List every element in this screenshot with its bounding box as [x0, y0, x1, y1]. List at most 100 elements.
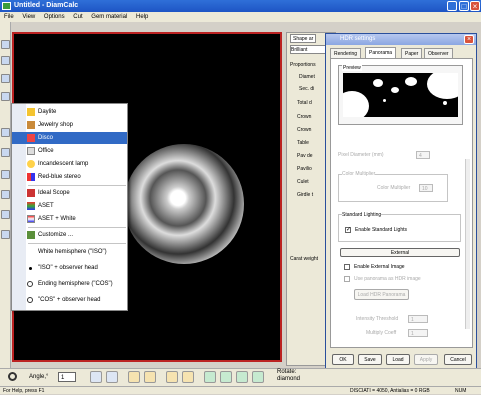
scope-tool-icon[interactable]	[1, 170, 10, 179]
prop-row: Pav de	[297, 153, 313, 159]
prop-row: Table	[297, 140, 309, 146]
close-window-button[interactable]: ×	[470, 1, 480, 11]
aset-icon	[27, 202, 35, 210]
menu-item-label: Office	[38, 148, 54, 154]
aset-white-icon	[27, 215, 35, 223]
menu-item-white-hemisphere[interactable]: White hemisphere ("ISO")	[12, 246, 127, 258]
bullet-icon	[29, 267, 32, 270]
tilt-up-icon[interactable]	[128, 371, 140, 383]
cancel-button[interactable]: Cancel	[444, 354, 472, 365]
menu-item-label: ASET	[38, 203, 54, 209]
minimize-button[interactable]: _	[447, 1, 457, 11]
preview-group: Preview	[338, 65, 463, 125]
diamond-render	[124, 144, 244, 264]
menu-item-label: Ending hemisphere ("COS")	[38, 281, 113, 287]
menu-file[interactable]: File	[4, 14, 14, 20]
window-title: Untitled - DiamCalc	[0, 0, 481, 12]
prop-row: Sec. di	[299, 86, 315, 92]
rotate-left-icon[interactable]	[90, 371, 102, 383]
ok-button[interactable]: OK	[332, 354, 354, 365]
maximize-button[interactable]: □	[459, 1, 469, 11]
tab-panorama[interactable]: Panorama	[365, 47, 397, 58]
label-text: Pixel Diameter (mm)	[338, 152, 384, 158]
rotate-label-text: Rotate:	[277, 369, 297, 375]
save-button[interactable]: Save	[358, 354, 382, 365]
menu-item-label: Jewelry shop	[38, 122, 74, 128]
enable-standard-lights-checkbox[interactable]: ✓	[345, 227, 351, 233]
menu-help[interactable]: Help	[136, 14, 148, 20]
menu-gem-material[interactable]: Gem material	[91, 14, 127, 20]
office-icon	[27, 147, 35, 155]
prop-row: Crown	[297, 127, 312, 133]
rotate-tool-icon[interactable]	[1, 74, 10, 83]
group-label: Standard Lighting	[342, 212, 382, 218]
side-view-icon[interactable]	[220, 371, 232, 383]
perspective-view-icon[interactable]	[252, 371, 264, 383]
render-tool-icon[interactable]	[1, 190, 10, 199]
settings-tool-icon[interactable]	[1, 230, 10, 239]
tab-observer[interactable]: Observer	[424, 48, 453, 58]
app-icon	[2, 2, 11, 10]
enable-external-image-checkbox[interactable]	[344, 264, 350, 270]
color-multiplier-input[interactable]: 10	[419, 184, 433, 192]
menu-item-label: Incandescent lamp	[38, 161, 89, 167]
group-label: Color Multiplier	[342, 171, 376, 177]
prop-row: Total d	[297, 100, 312, 106]
intensity-threshold-input[interactable]: 1	[408, 315, 428, 323]
tab-shape[interactable]: Shape ar	[290, 34, 317, 43]
use-panorama-checkbox[interactable]	[344, 276, 350, 282]
menu-view[interactable]: View	[22, 14, 35, 20]
load-hdr-panorama-button[interactable]: Load HDR Panorama	[354, 289, 409, 300]
menu-item-label: Red-blue stereo	[38, 174, 81, 180]
light-tool-icon[interactable]	[1, 92, 10, 101]
flip-icon[interactable]	[166, 371, 178, 383]
move-tool-icon[interactable]	[1, 148, 10, 157]
menu-item-label: "ISO" + observer head	[38, 265, 98, 271]
ideal-scope-icon	[27, 189, 35, 197]
dialog-title: HDR settings	[326, 34, 476, 45]
pointer-tool-icon[interactable]	[1, 40, 10, 49]
status-bar: For Help, press F1 DISCIATI = 4050, Anti…	[0, 386, 481, 394]
zoom-tool-icon[interactable]	[1, 56, 10, 65]
pixel-diameter-label: Pixel Diameter (mm)	[338, 152, 408, 158]
color-multiplier-group: Color Multiplier Color Multiplier 10	[338, 171, 448, 202]
top-view-icon[interactable]	[204, 371, 216, 383]
rotate-right-icon[interactable]	[106, 371, 118, 383]
preview-label: Preview	[342, 65, 362, 71]
stereo-icon	[27, 173, 35, 181]
customize-icon	[27, 231, 35, 239]
save-tool-icon[interactable]	[1, 210, 10, 219]
magnifier-icon[interactable]	[8, 372, 17, 381]
camera-tool-icon[interactable]	[1, 128, 10, 137]
menu-item-label: White hemisphere ("ISO")	[38, 249, 107, 255]
dialog-scrollbar[interactable]	[465, 159, 470, 329]
rotate-value: diamond	[277, 376, 301, 382]
radio-icon	[27, 297, 33, 303]
prop-row: Girdle t	[297, 192, 314, 198]
radio-icon	[27, 281, 33, 287]
status-help-text: For Help, press F1	[3, 388, 45, 394]
proportions-label: Proportions	[290, 62, 316, 68]
use-panorama-label: Use panorama as HDR image	[354, 276, 421, 282]
menu-separator	[28, 185, 126, 186]
mirror-icon[interactable]	[182, 371, 194, 383]
carat-weight-label: Carat weight	[290, 256, 319, 262]
load-button[interactable]: Load	[386, 354, 410, 365]
menu-item-label: Daylite	[38, 109, 57, 115]
menu-options[interactable]: Options	[44, 14, 65, 20]
tab-rendering[interactable]: Rendering	[330, 48, 362, 58]
enable-external-image-label: Enable External Image	[354, 264, 405, 270]
tab-paper[interactable]: Paper	[401, 48, 423, 58]
pixel-diameter-input[interactable]: 4	[416, 151, 430, 159]
prop-row: Crown	[297, 114, 312, 120]
menu-cut[interactable]: Cut	[73, 14, 82, 20]
multiply-coeff-input[interactable]: 1	[408, 329, 428, 337]
prop-row: Culet	[297, 179, 309, 185]
angle-input[interactable]: 1	[58, 372, 76, 382]
bottom-view-icon[interactable]	[236, 371, 248, 383]
shop-icon	[27, 121, 35, 129]
apply-button[interactable]: Apply	[414, 354, 438, 365]
dialog-close-button[interactable]: ×	[464, 35, 474, 44]
rotate-label: Rotate: diamond	[277, 369, 300, 383]
tilt-down-icon[interactable]	[144, 371, 156, 383]
